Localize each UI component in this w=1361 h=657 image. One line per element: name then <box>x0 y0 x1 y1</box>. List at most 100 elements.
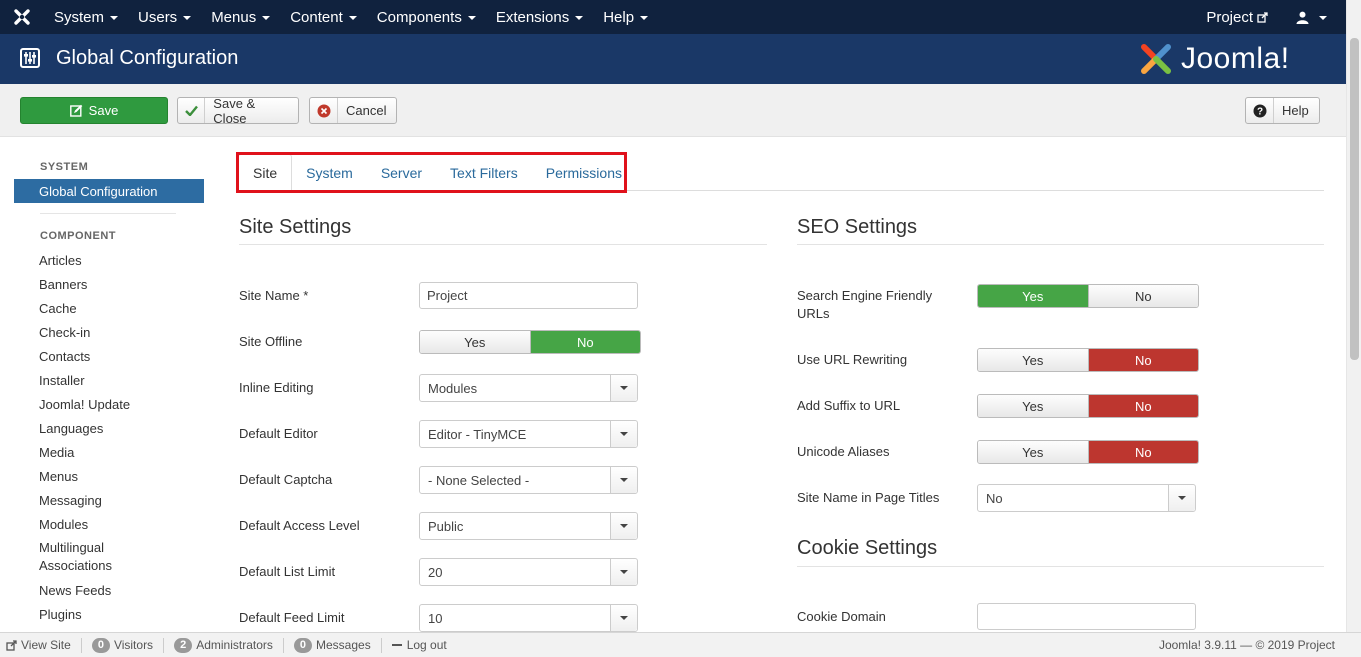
tab-permissions[interactable]: Permissions <box>532 154 636 191</box>
url-suffix-label: Add Suffix to URL <box>797 398 901 413</box>
sidebar-item-banners[interactable]: Banners <box>14 272 204 296</box>
top-navbar: System Users Menus Content Components Ex… <box>0 0 1361 34</box>
external-link-icon <box>1257 11 1268 23</box>
tabs-baseline <box>238 190 1324 191</box>
menu-extensions[interactable]: Extensions <box>486 0 593 34</box>
view-site-link[interactable]: View Site <box>0 637 82 653</box>
site-offline-label: Site Offline <box>239 334 303 349</box>
unicode-aliases-yes[interactable]: Yes <box>978 441 1088 463</box>
caret-down-icon <box>262 16 271 20</box>
sidebar-item-messaging[interactable]: Messaging <box>14 488 204 512</box>
joomla-logo-icon[interactable] <box>0 0 44 34</box>
url-suffix-no[interactable]: No <box>1087 395 1198 417</box>
menu-help[interactable]: Help <box>593 0 658 34</box>
select-arrow-icon <box>1168 485 1195 511</box>
inline-editing-label: Inline Editing <box>239 380 314 395</box>
tab-site[interactable]: Site <box>238 154 293 191</box>
list-limit-select[interactable]: 20 <box>419 558 638 586</box>
joomla-brand: Joomla! <box>1137 40 1290 78</box>
sidebar-item-news-feeds[interactable]: News Feeds <box>14 578 204 602</box>
page-title: Global Configuration <box>56 47 239 69</box>
page-scrollbar[interactable] <box>1346 0 1361 632</box>
sidebar-item-menus[interactable]: Menus <box>14 464 204 488</box>
inline-editing-select[interactable]: Modules <box>419 374 638 402</box>
page-titles-select[interactable]: No <box>977 484 1196 512</box>
site-name-input[interactable]: Project <box>419 282 638 309</box>
status-footer: View Site 0 Visitors 2 Administrators 0 … <box>0 632 1361 657</box>
seo-settings-rule <box>797 244 1324 245</box>
sidebar-item-joomla-update[interactable]: Joomla! Update <box>14 392 204 416</box>
site-offline-toggle: Yes No <box>419 330 641 354</box>
menu-content[interactable]: Content <box>280 0 367 34</box>
menu-components[interactable]: Components <box>367 0 486 34</box>
external-link-icon <box>6 639 17 651</box>
select-arrow-icon <box>610 513 637 539</box>
tab-server[interactable]: Server <box>367 154 436 191</box>
default-captcha-label: Default Captcha <box>239 472 333 487</box>
cancel-button[interactable]: Cancel <box>309 97 397 124</box>
site-settings-rule <box>239 244 767 245</box>
site-offline-yes[interactable]: Yes <box>420 331 530 353</box>
menu-system[interactable]: System <box>44 0 128 34</box>
help-button[interactable]: ? Help <box>1245 97 1320 124</box>
visitors-status[interactable]: 0 Visitors <box>82 637 165 653</box>
site-offline-no[interactable]: No <box>529 331 640 353</box>
save-button[interactable]: Save <box>20 97 168 124</box>
sidebar-heading-system: SYSTEM <box>40 161 89 173</box>
sidebar-item-contacts[interactable]: Contacts <box>14 344 204 368</box>
default-captcha-select[interactable]: - None Selected - <box>419 466 638 494</box>
cookie-settings-rule <box>797 566 1324 567</box>
feed-limit-select[interactable]: 10 <box>419 604 638 632</box>
cancel-circle-icon <box>310 98 338 123</box>
save-close-button[interactable]: Save & Close <box>177 96 299 126</box>
administrators-status[interactable]: 2 Administrators <box>164 637 284 653</box>
messages-status[interactable]: 0 Messages <box>284 637 382 653</box>
sidebar: SYSTEM Global Configuration COMPONENT Ar… <box>14 155 204 626</box>
minus-icon <box>391 644 402 646</box>
sidebar-item-modules[interactable]: Modules <box>14 512 204 536</box>
tab-system[interactable]: System <box>292 154 367 191</box>
caret-down-icon <box>110 16 119 20</box>
unicode-aliases-no[interactable]: No <box>1087 441 1198 463</box>
caret-down-icon <box>467 16 476 20</box>
admins-count-badge: 2 <box>174 637 193 653</box>
unicode-aliases-toggle: Yes No <box>977 440 1199 464</box>
project-site-link[interactable]: Project <box>1196 0 1278 34</box>
cookie-domain-input[interactable] <box>977 603 1196 630</box>
page-header: Global Configuration Joomla! <box>0 34 1361 84</box>
menu-users[interactable]: Users <box>128 0 201 34</box>
scrollbar-thumb[interactable] <box>1350 38 1359 360</box>
default-editor-label: Default Editor <box>239 426 318 441</box>
caret-down-icon <box>640 16 649 20</box>
default-editor-select[interactable]: Editor - TinyMCE <box>419 420 638 448</box>
sef-urls-toggle: Yes No <box>977 284 1199 308</box>
sidebar-item-installer[interactable]: Installer <box>14 368 204 392</box>
sidebar-item-multilingual-associations[interactable]: Multilingual Associations <box>14 536 204 578</box>
cookie-settings-title: Cookie Settings <box>797 537 938 559</box>
sidebar-divider <box>40 213 176 214</box>
site-name-label: Site Name * <box>239 288 309 303</box>
logout-link[interactable]: Log out <box>382 638 457 653</box>
menu-menus[interactable]: Menus <box>201 0 280 34</box>
access-level-select[interactable]: Public <box>419 512 638 540</box>
sef-urls-no[interactable]: No <box>1087 285 1198 307</box>
sidebar-item-check-in[interactable]: Check-in <box>14 320 204 344</box>
sidebar-heading-component: COMPONENT <box>40 230 116 242</box>
url-rewriting-yes[interactable]: Yes <box>978 349 1088 371</box>
version-info: Joomla! 3.9.11 — © 2019 Project <box>1158 638 1335 652</box>
url-suffix-yes[interactable]: Yes <box>978 395 1088 417</box>
equalizer-icon <box>20 48 40 68</box>
sidebar-item-plugins[interactable]: Plugins <box>14 602 204 626</box>
url-rewriting-label: Use URL Rewriting <box>797 352 908 367</box>
user-icon <box>1296 11 1309 24</box>
tab-text-filters[interactable]: Text Filters <box>436 154 532 191</box>
sidebar-item-cache[interactable]: Cache <box>14 296 204 320</box>
sidebar-item-global-configuration[interactable]: Global Configuration <box>14 179 204 203</box>
select-arrow-icon <box>610 421 637 447</box>
sidebar-item-media[interactable]: Media <box>14 440 204 464</box>
caret-down-icon <box>183 16 192 20</box>
url-rewriting-no[interactable]: No <box>1087 349 1198 371</box>
sef-urls-yes[interactable]: Yes <box>978 285 1088 307</box>
sidebar-item-languages[interactable]: Languages <box>14 416 204 440</box>
sidebar-item-articles[interactable]: Articles <box>14 248 204 272</box>
